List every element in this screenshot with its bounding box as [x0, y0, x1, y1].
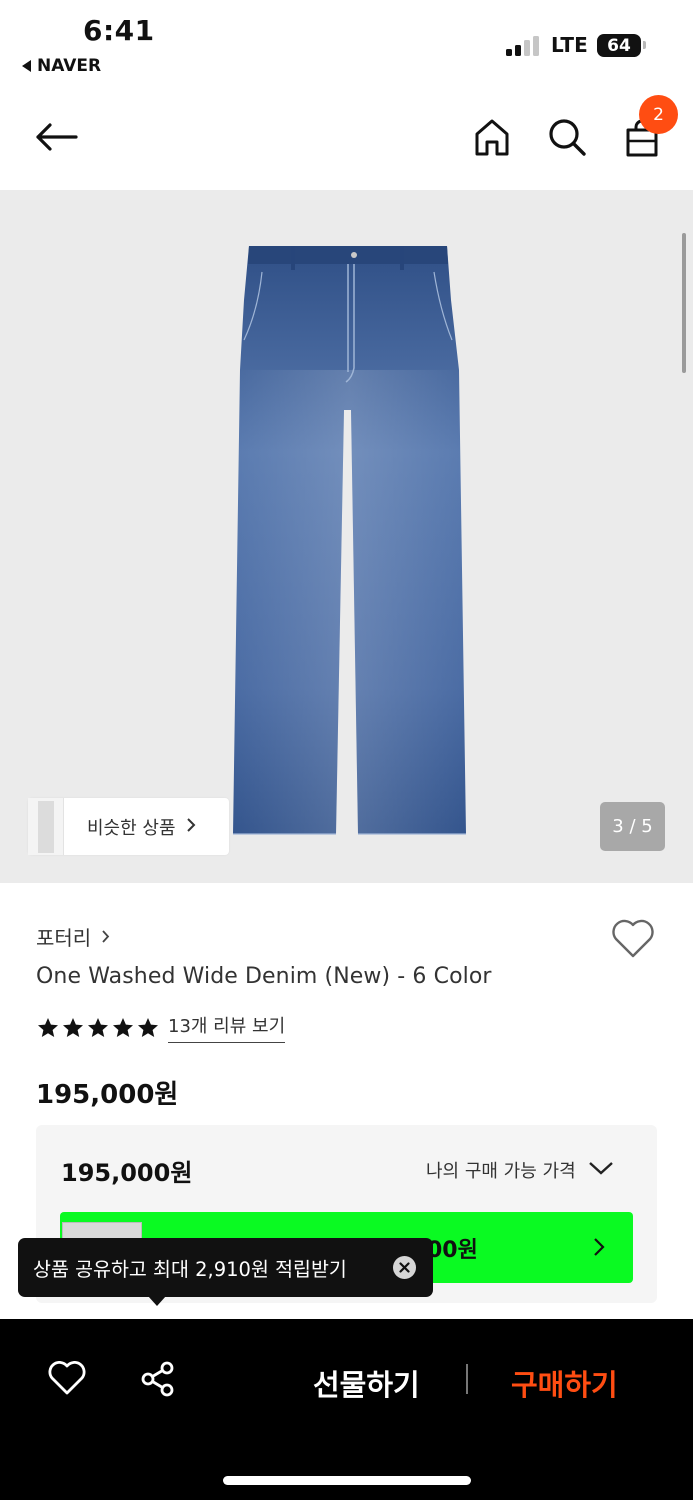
- price-box-price: 195,000원: [61, 1159, 193, 1187]
- chevron-down-icon: [588, 1160, 614, 1181]
- brand-link[interactable]: 포터리: [36, 922, 110, 951]
- star-icon: [88, 1017, 108, 1037]
- star-icon: [113, 1017, 133, 1037]
- star-icon: [38, 1017, 58, 1037]
- battery-tip: [643, 41, 646, 49]
- status-time: 6:41: [83, 14, 155, 47]
- similar-products-label: 비슷한 상품: [87, 817, 176, 839]
- back-app-label: NAVER: [37, 56, 102, 76]
- chevron-right-icon: [593, 1237, 605, 1261]
- brand-name: 포터리: [36, 926, 92, 950]
- share-reward-tooltip: 상품 공유하고 최대 2,910원 적립받기: [18, 1238, 433, 1297]
- tooltip-text: 상품 공유하고 최대 2,910원 적립받기: [33, 1258, 347, 1281]
- close-icon[interactable]: [393, 1256, 416, 1279]
- buy-button[interactable]: 구매하기: [511, 1362, 618, 1404]
- status-bar: 6:41 NAVER LTE 64: [0, 0, 693, 90]
- banner-text: 00원: [427, 1238, 478, 1263]
- back-triangle-icon: [22, 60, 31, 72]
- battery-level: 64: [607, 35, 631, 56]
- tooltip-arrow: [148, 1296, 166, 1306]
- star-rating: [36, 1016, 160, 1040]
- search-icon[interactable]: [546, 116, 588, 158]
- divider: [466, 1364, 468, 1394]
- share-icon[interactable]: [139, 1360, 177, 1402]
- top-navigation: [0, 90, 693, 190]
- star-icon: [63, 1017, 83, 1037]
- back-arrow-icon[interactable]: [32, 117, 80, 157]
- star-icon: [138, 1017, 158, 1037]
- similar-product-thumbnail: [28, 798, 64, 855]
- chevron-right-icon: [101, 925, 110, 949]
- my-price-label: 나의 구매 가능 가격: [426, 1161, 576, 1182]
- signal-strength-icon: [506, 36, 542, 56]
- gift-button[interactable]: 선물하기: [313, 1362, 420, 1404]
- gallery-page-counter: 3 / 5: [600, 802, 665, 851]
- denim-pants-image: [233, 246, 466, 835]
- product-price: 195,000원: [36, 1080, 179, 1110]
- chevron-right-icon: [186, 817, 196, 837]
- my-price-dropdown[interactable]: 나의 구매 가능 가격: [426, 1157, 614, 1183]
- cart-count-badge: 2: [639, 95, 678, 134]
- back-to-app-link[interactable]: NAVER: [22, 56, 101, 76]
- scroll-indicator[interactable]: [682, 233, 686, 373]
- product-title: One Washed Wide Denim (New) - 6 Color: [36, 964, 492, 989]
- network-label: LTE: [551, 33, 588, 57]
- battery-icon: 64: [597, 34, 641, 57]
- home-icon[interactable]: [472, 116, 512, 158]
- similar-products-button[interactable]: 비슷한 상품: [28, 798, 229, 855]
- rating-row: 13개 리뷰 보기: [36, 1012, 286, 1043]
- heart-icon[interactable]: [610, 918, 656, 964]
- home-indicator[interactable]: [223, 1476, 471, 1485]
- review-link[interactable]: 13개 리뷰 보기: [168, 1012, 286, 1043]
- product-image-gallery[interactable]: [0, 190, 693, 883]
- heart-icon[interactable]: [47, 1361, 87, 1401]
- bottom-action-bar: 선물하기 구매하기: [0, 1319, 693, 1500]
